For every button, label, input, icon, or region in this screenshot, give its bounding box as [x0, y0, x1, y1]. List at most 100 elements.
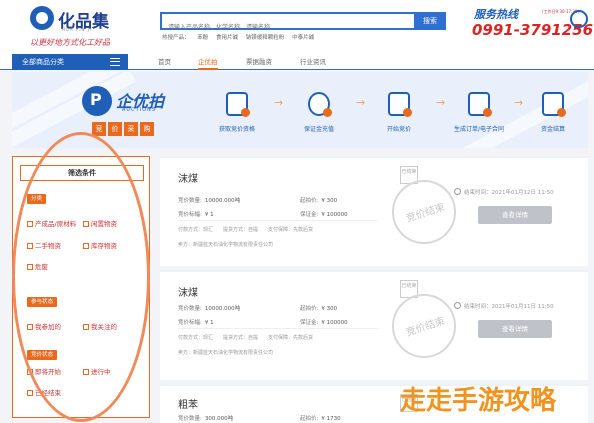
filter-section-bid-status: 竞价状态: [27, 350, 58, 360]
listing-end-time: 结束时间：2021年01月11日 11:50: [464, 304, 554, 310]
tab-bill-financing[interactable]: 票据融资: [246, 54, 272, 70]
filter-option[interactable]: 二手物资: [27, 240, 61, 250]
hot-product-link[interactable]: 中泰片碱: [292, 35, 314, 41]
listing-title[interactable]: 沫煤: [178, 170, 198, 185]
yen-coin-icon: [308, 92, 332, 117]
site-logo[interactable]: 化品集 HUA PIN JI 以更好地方式化工好品: [8, 4, 138, 48]
logo-icon: [30, 6, 54, 30]
filter-title: 筛选条件: [20, 165, 144, 181]
checkbox[interactable]: [83, 221, 89, 227]
listing-quantity: 竞价数量: 10000.000吨: [178, 198, 241, 204]
auction-listing: 沫煤 竞价数量: 10000.000吨 起拍价: ¥ 300 竞价标幅: ¥ 1 保证…: [160, 270, 588, 380]
filter-option[interactable]: 即将开始: [27, 366, 61, 376]
checkbox[interactable]: [27, 243, 33, 249]
step-deposit: 保证金充值: [284, 92, 354, 133]
checkbox[interactable]: [83, 369, 89, 375]
step-label: 生成订单/电子合同: [453, 126, 505, 133]
listing-divider: [178, 220, 378, 221]
view-details-button[interactable]: 查看详情: [478, 320, 552, 338]
hotline-title: 服务热线: [474, 8, 518, 21]
step-arrow-icon: →: [274, 96, 284, 109]
main-nav: 全部商品分类 首页 企优拍 票据融资 行业资讯: [0, 54, 594, 70]
clock-icon: [454, 302, 461, 309]
step-settlement: 资金结算: [518, 92, 588, 133]
site-header: 化品集 HUA PIN JI 以更好地方式化工好品 搜索 热搜产品： 苯酚 食用…: [0, 0, 594, 54]
filter-option[interactable]: 危废: [27, 261, 48, 271]
filter-option[interactable]: 我参加的: [27, 321, 61, 331]
listing-increment: 竞价标幅: ¥ 1: [178, 320, 214, 326]
hot-product-link[interactable]: 钠镁缓释颗粒粉: [246, 35, 285, 41]
auction-listing: 沫煤 竞价数量: 10000.000吨 起拍价: ¥ 300 竞价标幅: ¥ 1 保证…: [160, 156, 588, 266]
filter-option[interactable]: 库存物资: [83, 240, 117, 250]
listing-quantity: 竞价数量: 10000.000吨: [178, 306, 241, 312]
logo-slogan: 以更好地方式化工好品: [30, 38, 110, 47]
listing-start-price: 起拍价: ¥ 300: [300, 198, 338, 204]
filter-option[interactable]: 产成品/原材料: [27, 218, 76, 228]
checkbox[interactable]: [83, 243, 89, 249]
all-categories-menu[interactable]: 全部商品分类: [12, 54, 128, 70]
checkbox[interactable]: [27, 324, 33, 330]
checkbox[interactable]: [27, 369, 33, 375]
step-label: 资金结算: [540, 126, 565, 133]
filter-option[interactable]: 已经结束: [27, 387, 61, 397]
search-box: [160, 12, 416, 35]
listing-deposit: 保证金: ¥ 100000: [300, 320, 348, 326]
listing-end-time: 结束时间：2021年01月12日 11:50: [464, 190, 554, 196]
auction-badge: 购: [140, 122, 154, 136]
step-get-qualification: 获取竞价资格: [202, 92, 272, 133]
filter-option[interactable]: 闲置物资: [83, 218, 117, 228]
all-categories-label: 全部商品分类: [22, 58, 64, 66]
watermark: 走走手游攻略: [400, 386, 557, 416]
listing-start-price: 起拍价: ¥ 300: [300, 306, 338, 312]
auction-brand-sub: AUCTIONS: [122, 107, 156, 113]
listing-quantity: 竞价数量: 300.000吨: [178, 416, 234, 422]
auction-ended-stamp: 竞价结束: [392, 180, 456, 244]
listing-seller: 卖方：新疆蓝天石油化学物流有限责任公司: [178, 350, 274, 356]
tab-industry-news[interactable]: 行业资讯: [300, 54, 326, 70]
step-label: 获取竞价资格: [218, 126, 255, 133]
hot-product-link[interactable]: 食用片碱: [216, 35, 238, 41]
service-hotline: 服务热线 (工作日9:30-17:30) 0991-3791256: [466, 6, 593, 46]
filter-panel: 筛选条件 分类 产成品/原材料 闲置物资 二手物资 库存物资 危废 参与状态 我…: [12, 156, 150, 418]
tab-home[interactable]: 首页: [158, 54, 171, 70]
auction-badge: 价: [108, 122, 122, 136]
listing-increment: 竞价标幅: ¥ 1: [178, 212, 214, 218]
auction-badges: 竞 价 采 购: [92, 122, 154, 136]
filter-section-category: 分类: [27, 194, 47, 204]
listing-deposit: 保证金: ¥ 100000: [300, 212, 348, 218]
money-icon: [542, 92, 566, 117]
listing-title[interactable]: 粗苯: [178, 396, 198, 411]
step-start-bidding: 开始竞价: [364, 92, 434, 133]
filter-option[interactable]: 我关注的: [83, 321, 117, 331]
checkbox[interactable]: [83, 324, 89, 330]
step-create-contract: 生成订单/电子合同: [444, 92, 514, 133]
tab-auctions[interactable]: 企优拍: [198, 54, 218, 70]
step-label: 保证金充值: [303, 126, 334, 133]
hot-products-label: 热搜产品：: [162, 35, 190, 41]
auction-badge: 竞: [92, 122, 106, 136]
hot-product-link[interactable]: 苯酚: [197, 35, 208, 41]
checkbox[interactable]: [27, 264, 33, 270]
checkbox[interactable]: [27, 390, 33, 396]
search-button[interactable]: 搜索: [414, 12, 446, 30]
listing-terms: 付款方式：现汇 提货方式：自提 支付保障：先款后货: [178, 227, 314, 233]
auction-banner: 企优拍 AUCTIONS 竞 价 采 购 获取竞价资格 → 保证金充值 → 开始…: [12, 72, 588, 148]
listing-seller: 卖方：新疆蓝天石油化学物流有限责任公司: [178, 242, 274, 248]
filter-option[interactable]: 进行中: [83, 366, 111, 376]
listing-title[interactable]: 沫煤: [178, 284, 198, 299]
step-label: 开始竞价: [386, 126, 411, 133]
checkbox[interactable]: [27, 221, 33, 227]
auction-brand-icon: [82, 86, 112, 116]
listing-terms: 付款方式：现汇 提货方式：自提 支付保障：先款后货: [178, 335, 314, 341]
phone-icon: [570, 10, 588, 28]
document-icon: [226, 92, 250, 117]
menu-icon: [110, 58, 120, 66]
view-details-button[interactable]: 查看详情: [478, 206, 552, 224]
listing-start-price: 起拍价: ¥ 1730: [300, 416, 341, 422]
listing-divider: [178, 328, 378, 329]
auction-badge: 采: [124, 122, 138, 136]
logo-pinyin: HUA PIN JI: [62, 27, 93, 32]
clock-icon: [454, 188, 461, 195]
filter-section-participation: 参与状态: [27, 297, 58, 307]
auction-ended-stamp: 竞价结束: [392, 294, 456, 358]
